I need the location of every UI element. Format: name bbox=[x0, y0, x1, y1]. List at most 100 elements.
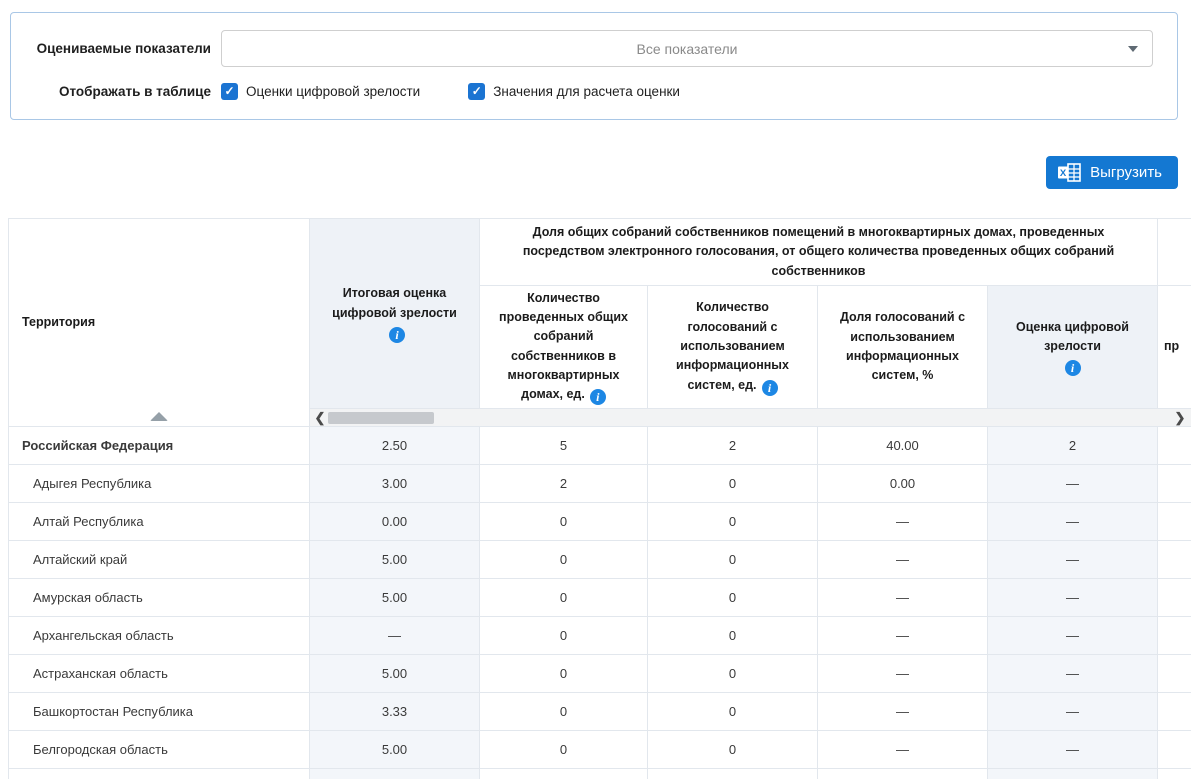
value-cell: — bbox=[818, 579, 988, 617]
checkbox-label[interactable]: Значения для расчета оценки bbox=[493, 84, 680, 99]
checkbox-digital-maturity-scores[interactable]: ✓ Оценки цифровой зрелости bbox=[221, 83, 420, 100]
maturity-table: Территория Итоговая оценка цифровой зрел… bbox=[8, 218, 1191, 779]
table-grid: Территория Итоговая оценка цифровой зрел… bbox=[9, 219, 1191, 779]
column-header-maturity-score[interactable]: Оценка цифровой зрелости i bbox=[988, 286, 1158, 409]
value-cell: — bbox=[988, 503, 1158, 541]
spacer-cell bbox=[1158, 693, 1191, 731]
territory-cell: Амурская область bbox=[9, 579, 310, 617]
value-cell: — bbox=[310, 617, 480, 655]
territory-cell bbox=[9, 769, 310, 779]
value-cell: — bbox=[818, 693, 988, 731]
column-header-next-partial: пр bbox=[1158, 286, 1191, 409]
value-cell: 2 bbox=[480, 465, 648, 503]
spacer-cell bbox=[1158, 655, 1191, 693]
value-cell: 0 bbox=[648, 731, 818, 769]
value-cell: 2 bbox=[648, 427, 818, 465]
info-icon[interactable]: i bbox=[1065, 360, 1081, 376]
value-cell: 0 bbox=[480, 579, 648, 617]
value-cell: — bbox=[818, 617, 988, 655]
value-cell bbox=[648, 769, 818, 779]
value-cell: 0 bbox=[480, 541, 648, 579]
info-icon[interactable]: i bbox=[389, 327, 405, 343]
horizontal-scrollbar[interactable]: ❮ ❯ bbox=[310, 409, 1191, 427]
territory-cell: Астраханская область bbox=[9, 655, 310, 693]
value-cell: 0 bbox=[648, 617, 818, 655]
checkbox-checked-icon[interactable]: ✓ bbox=[468, 83, 485, 100]
territory-cell: Башкортостан Республика bbox=[9, 693, 310, 731]
value-cell: 5.00 bbox=[310, 655, 480, 693]
scrollbar-thumb[interactable] bbox=[328, 412, 434, 424]
export-button-label: Выгрузить bbox=[1090, 164, 1162, 181]
value-cell: 5.00 bbox=[310, 541, 480, 579]
value-cell: — bbox=[988, 579, 1158, 617]
group-header-electronic-voting-share: Доля общих собраний собственников помеще… bbox=[480, 219, 1158, 286]
value-cell bbox=[480, 769, 648, 779]
spacer-cell bbox=[1158, 769, 1191, 779]
checkbox-checked-icon[interactable]: ✓ bbox=[221, 83, 238, 100]
value-cell: 0 bbox=[480, 731, 648, 769]
value-cell: — bbox=[818, 541, 988, 579]
checkbox-calculation-values[interactable]: ✓ Значения для расчета оценки bbox=[468, 83, 680, 100]
value-cell: 0 bbox=[480, 617, 648, 655]
value-cell: 2 bbox=[988, 427, 1158, 465]
territory-cell: Российская Федерация bbox=[9, 427, 310, 465]
spacer-cell bbox=[1158, 541, 1191, 579]
value-cell bbox=[988, 769, 1158, 779]
value-cell: 40.00 bbox=[818, 427, 988, 465]
spacer-cell bbox=[1158, 617, 1191, 655]
value-cell: 0 bbox=[648, 655, 818, 693]
value-cell: 0.00 bbox=[818, 465, 988, 503]
territory-header-label: Территория bbox=[22, 313, 95, 332]
value-cell: — bbox=[988, 655, 1158, 693]
sort-ascending-icon bbox=[150, 412, 168, 421]
value-cell: — bbox=[988, 465, 1158, 503]
indicators-select[interactable]: Все показатели bbox=[221, 30, 1153, 67]
group-header-next-partial bbox=[1158, 219, 1191, 286]
indicators-select-value: Все показатели bbox=[637, 41, 738, 57]
info-icon[interactable]: i bbox=[590, 389, 606, 405]
value-cell bbox=[310, 769, 480, 779]
column-header-territory[interactable]: Территория bbox=[9, 219, 310, 427]
spacer-cell bbox=[1158, 503, 1191, 541]
territory-cell: Архангельская область bbox=[9, 617, 310, 655]
value-cell: 0 bbox=[648, 693, 818, 731]
territory-cell: Белгородская область bbox=[9, 731, 310, 769]
export-button[interactable]: X Выгрузить bbox=[1046, 156, 1178, 189]
value-cell: 0.00 bbox=[310, 503, 480, 541]
total-score-header-label: Итоговая оценка цифровой зрелости bbox=[332, 286, 457, 319]
scroll-right-icon[interactable]: ❯ bbox=[1172, 409, 1188, 427]
value-cell: — bbox=[988, 731, 1158, 769]
value-cell: 0 bbox=[648, 465, 818, 503]
spacer-cell bbox=[1158, 465, 1191, 503]
column-header-total-score[interactable]: Итоговая оценка цифровой зрелости i bbox=[310, 219, 480, 409]
value-cell: — bbox=[988, 541, 1158, 579]
column-header-votings-share[interactable]: Доля голосований с использованием информ… bbox=[818, 286, 988, 409]
excel-icon: X bbox=[1058, 163, 1081, 182]
filter-panel: Оцениваемые показатели Все показатели От… bbox=[10, 12, 1178, 120]
value-cell: — bbox=[818, 503, 988, 541]
scroll-left-icon[interactable]: ❮ bbox=[312, 409, 328, 427]
chevron-down-icon bbox=[1128, 46, 1138, 52]
territory-cell: Алтайский край bbox=[9, 541, 310, 579]
value-cell: 0 bbox=[480, 655, 648, 693]
territory-cell: Адыгея Республика bbox=[9, 465, 310, 503]
info-icon[interactable]: i bbox=[762, 380, 778, 396]
column-header-meetings-count[interactable]: Количество проведенных общих собраний со… bbox=[480, 286, 648, 409]
territory-cell: Алтай Республика bbox=[9, 503, 310, 541]
checkbox-label[interactable]: Оценки цифровой зрелости bbox=[246, 84, 420, 99]
value-cell: 0 bbox=[648, 579, 818, 617]
value-cell: 0 bbox=[480, 693, 648, 731]
spacer-cell bbox=[1158, 579, 1191, 617]
value-cell: 5.00 bbox=[310, 731, 480, 769]
value-cell: — bbox=[988, 693, 1158, 731]
value-cell: 0 bbox=[648, 503, 818, 541]
display-in-table-label: Отображать в таблице bbox=[11, 84, 211, 99]
value-cell bbox=[818, 769, 988, 779]
value-cell: — bbox=[818, 731, 988, 769]
column-header-votings-count[interactable]: Количество голосований с использованием … bbox=[648, 286, 818, 409]
svg-text:X: X bbox=[1060, 168, 1067, 179]
spacer-cell bbox=[1158, 731, 1191, 769]
value-cell: — bbox=[988, 617, 1158, 655]
value-cell: 5.00 bbox=[310, 579, 480, 617]
value-cell: 2.50 bbox=[310, 427, 480, 465]
